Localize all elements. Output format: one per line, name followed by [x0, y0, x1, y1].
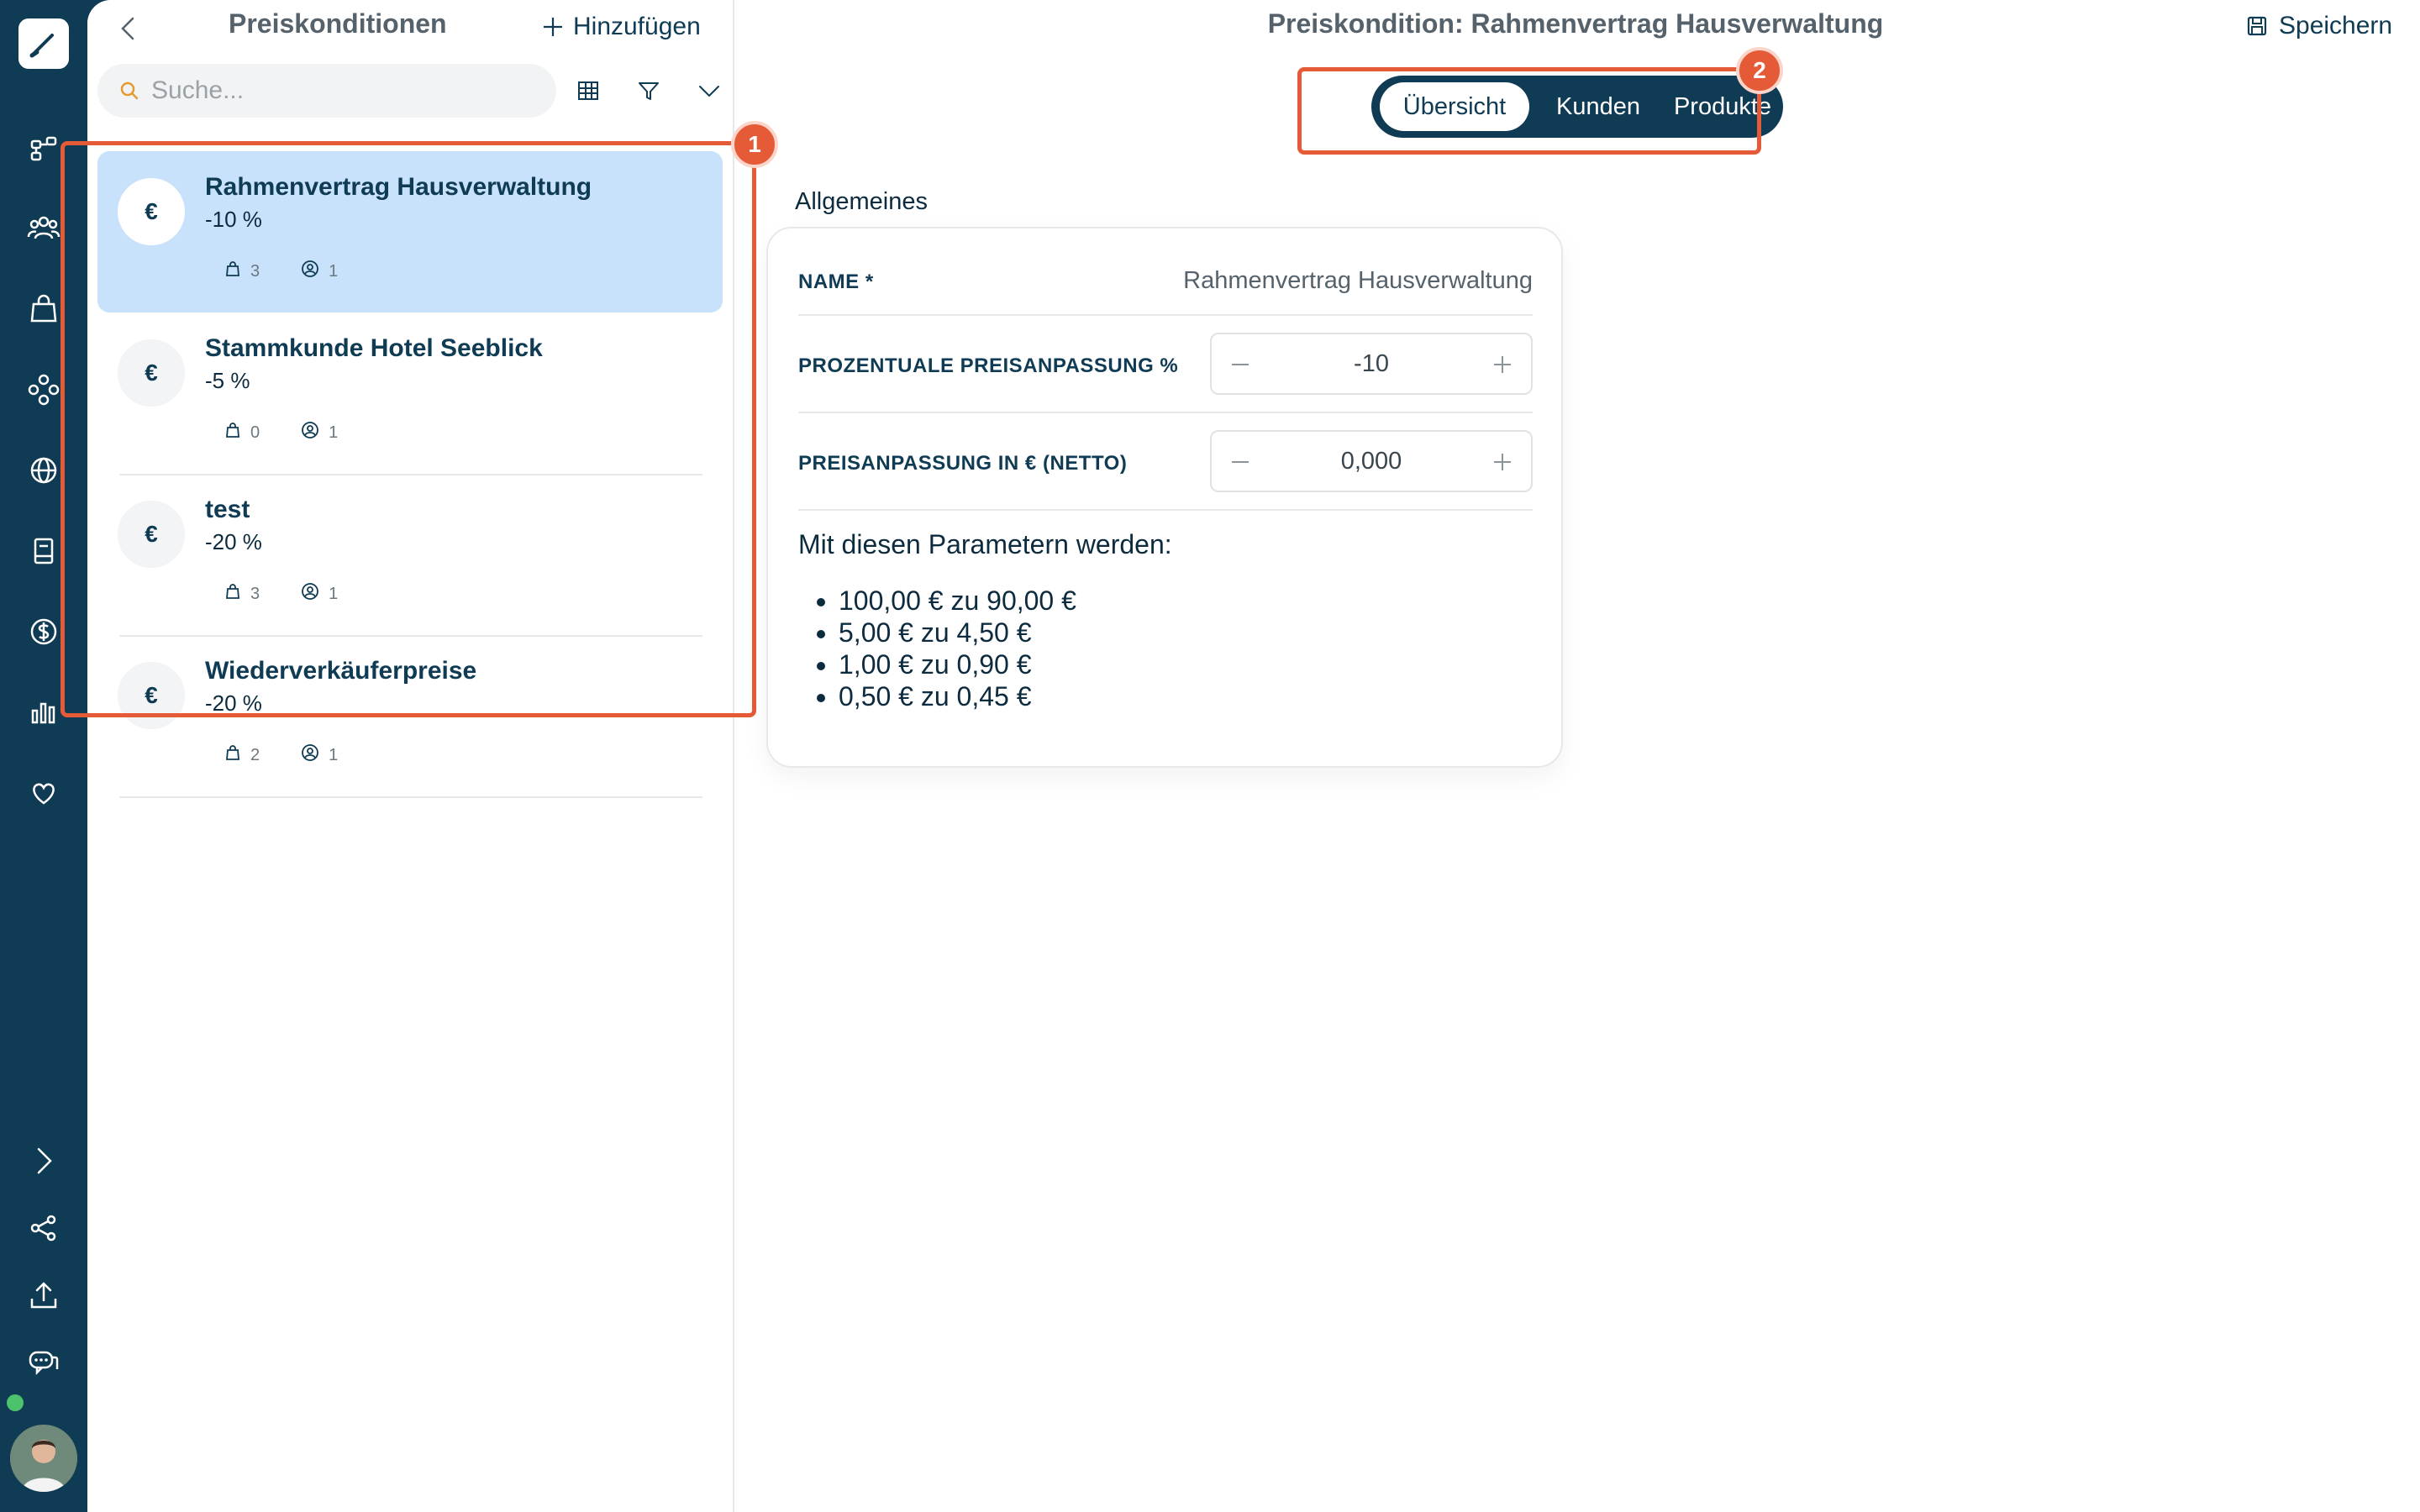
list-title: Preiskonditionen	[229, 8, 447, 39]
expand-chevron-icon[interactable]	[24, 1141, 64, 1181]
name-value[interactable]: Rahmenvertrag Hausverwaltung	[1183, 267, 1533, 295]
section-label-allgemeines: Allgemeines	[795, 188, 928, 215]
online-status-dot	[7, 1394, 24, 1411]
chat-icon[interactable]	[24, 1342, 64, 1383]
plus-icon[interactable]	[1487, 349, 1518, 380]
name-label: NAME *	[798, 270, 874, 293]
list-item: 100,00 € zu 90,00 €	[839, 585, 1076, 617]
list-item: 0,50 € zu 0,45 €	[839, 680, 1076, 712]
example-list: 100,00 € zu 90,00 € 5,00 € zu 4,50 € 1,0…	[839, 585, 1076, 712]
table-view-icon[interactable]	[573, 76, 603, 106]
book-icon[interactable]	[24, 531, 64, 571]
euro-stepper: 0,000	[1210, 430, 1533, 492]
chevron-down-icon[interactable]	[694, 76, 724, 106]
users-icon[interactable]	[24, 208, 64, 249]
app-logo[interactable]	[18, 18, 69, 69]
shopping-bag-icon[interactable]	[24, 289, 64, 329]
minus-icon[interactable]	[1225, 447, 1255, 477]
annotation-box-1	[60, 141, 756, 717]
add-button-label: Hinzufügen	[573, 13, 701, 40]
plus-icon	[544, 18, 562, 36]
name-row: NAME * Rahmenvertrag Hausverwaltung	[798, 228, 1533, 316]
item-meta: 21	[224, 743, 338, 768]
divider	[119, 796, 702, 798]
list-item: 1,00 € zu 0,90 €	[839, 648, 1076, 680]
list-item: 5,00 € zu 4,50 €	[839, 617, 1076, 648]
customer-count: 1	[329, 745, 339, 764]
save-button[interactable]: Speichern	[2245, 12, 2392, 40]
save-button-label: Speichern	[2279, 12, 2393, 39]
globe-icon[interactable]	[24, 450, 64, 491]
workflow-icon[interactable]	[24, 129, 64, 170]
brush-icon	[29, 34, 54, 58]
plus-icon[interactable]	[1487, 447, 1518, 477]
search-icon	[120, 81, 139, 100]
euro-input[interactable]: 0,000	[1262, 432, 1481, 491]
share-icon[interactable]	[24, 1208, 64, 1248]
add-button[interactable]: Hinzufügen	[541, 10, 701, 44]
euro-label: PREISANPASSUNG IN € (NETTO)	[798, 452, 1128, 475]
dollar-icon[interactable]	[24, 612, 64, 652]
annotation-box-2	[1297, 67, 1761, 155]
percent-stepper: -10	[1210, 333, 1533, 395]
annotation-number-2: 2	[1736, 47, 1783, 94]
percent-row: PROZENTUALE PREISANPASSUNG % -10	[798, 316, 1533, 413]
filter-icon[interactable]	[634, 76, 664, 106]
user-circle-icon	[300, 743, 320, 768]
page-title: Preiskondition: Rahmenvertrag Hausverwal…	[1267, 8, 1884, 39]
percent-label: PROZENTUALE PREISANPASSUNG %	[798, 354, 1179, 377]
upload-icon[interactable]	[24, 1275, 64, 1315]
heart-icon[interactable]	[24, 773, 64, 813]
modules-icon[interactable]	[24, 370, 64, 410]
search-box[interactable]	[97, 64, 556, 118]
search-input[interactable]	[151, 64, 538, 118]
shopping-bag-icon	[224, 743, 242, 767]
euro-row: PREISANPASSUNG IN € (NETTO) 0,000	[798, 413, 1533, 511]
bar-chart-icon[interactable]	[24, 692, 64, 732]
general-card: NAME * Rahmenvertrag Hausverwaltung PROZ…	[766, 227, 1563, 768]
back-chevron-icon[interactable]	[113, 12, 146, 45]
percent-input[interactable]: -10	[1262, 334, 1481, 393]
avatar[interactable]	[10, 1425, 77, 1492]
save-disk-icon	[2247, 16, 2267, 36]
annotation-number-1: 1	[731, 121, 778, 168]
info-title: Mit diesen Parametern werden:	[798, 529, 1172, 559]
minus-icon[interactable]	[1225, 349, 1255, 380]
product-count: 2	[250, 745, 260, 764]
